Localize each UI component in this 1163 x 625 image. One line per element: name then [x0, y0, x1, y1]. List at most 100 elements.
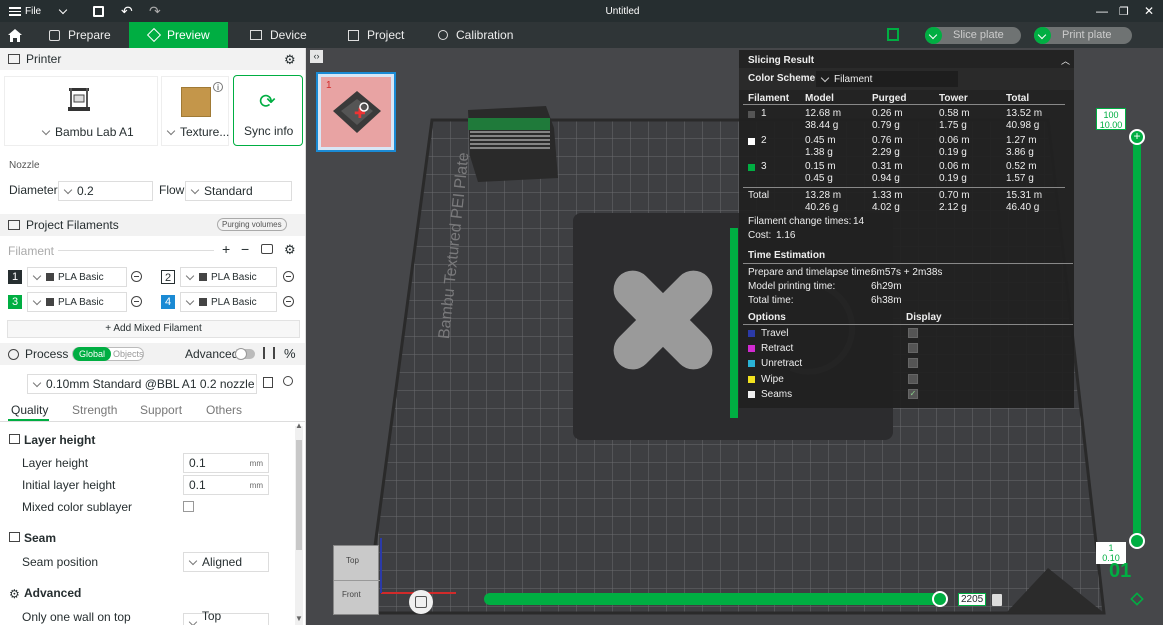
tower-m: 0.58 m	[939, 108, 970, 119]
ams-sync-icon[interactable]	[261, 244, 273, 254]
mixed-color-sublayer-checkbox[interactable]	[183, 501, 194, 512]
tab-preview[interactable]: Preview	[129, 22, 228, 48]
filament-number-badge: 3	[8, 295, 22, 309]
flow-select[interactable]: Standard	[185, 181, 292, 201]
compare-presets-icon[interactable]	[263, 347, 275, 359]
view-cube[interactable]: Top Front	[333, 545, 380, 615]
filament-1-select[interactable]: PLA Basic	[27, 267, 127, 287]
tab-preview-label: Preview	[167, 28, 210, 42]
layer-height-input[interactable]: 0.1 mm	[183, 453, 269, 473]
tab-prepare[interactable]: Prepare	[49, 22, 129, 48]
plate-type-label: Texture...	[180, 125, 230, 139]
tab-support[interactable]: Support	[140, 403, 182, 417]
horizontal-move-slider[interactable]	[484, 591, 948, 607]
percent-settings-icon[interactable]: %	[284, 346, 296, 361]
home-icon[interactable]	[7, 22, 23, 48]
printer-select[interactable]: Bambu Lab A1	[4, 76, 158, 146]
tab-others[interactable]: Others	[206, 403, 242, 417]
advanced-toggle[interactable]	[235, 348, 255, 360]
unretract-display-checkbox[interactable]	[908, 358, 918, 368]
chevron-down-icon	[188, 556, 198, 565]
vertical-layer-slider[interactable]: +	[1129, 129, 1145, 549]
tab-device-label: Device	[270, 28, 307, 42]
row-id: 1	[761, 108, 767, 119]
seam-position-select[interactable]: Aligned	[183, 552, 269, 572]
scroll-up-icon[interactable]: ▲	[295, 421, 303, 430]
purged-g: 2.29 g	[872, 147, 900, 158]
view-cube-front[interactable]: Front	[342, 590, 361, 599]
model-g: 40.26 g	[805, 202, 839, 213]
tab-device[interactable]: Device	[250, 22, 307, 48]
filament-result-row-3: 3 0.15 m 0.45 g 0.31 m 0.94 g 0.06 m 0.1…	[739, 160, 1074, 186]
info-icon[interactable]: i	[213, 82, 223, 92]
total-m: 15.31 m	[1006, 190, 1043, 201]
purging-volumes-button[interactable]: Purging volumes	[217, 218, 287, 231]
option-row-seams: Seams ✓	[739, 388, 1074, 403]
filament-2-select[interactable]: PLA Basic	[180, 267, 277, 287]
diameter-value: 0.2	[77, 184, 94, 198]
filament-type-icon	[46, 298, 54, 306]
wipe-display-checkbox[interactable]	[908, 374, 918, 384]
printer-name: Bambu Lab A1	[55, 125, 134, 139]
initial-layer-height-value: 0.1	[189, 478, 206, 492]
slice-plate-button[interactable]: Slice plate	[925, 27, 1021, 44]
tab-quality[interactable]: Quality	[11, 403, 48, 417]
purged-m: 0.76 m	[872, 135, 903, 146]
add-mixed-filament-button[interactable]: + Add Mixed Filament	[7, 320, 300, 338]
vertical-slider-top-thumb[interactable]: +	[1129, 129, 1145, 145]
minimize-icon[interactable]: —	[1096, 0, 1108, 22]
printer-settings-gear-icon[interactable]: ⚙	[284, 52, 296, 68]
remove-filament-2-icon[interactable]	[283, 271, 294, 282]
seams-display-checkbox[interactable]: ✓	[908, 389, 918, 399]
sync-info-button[interactable]: ⟳ Sync info	[233, 75, 303, 146]
trash-icon[interactable]	[992, 594, 1002, 606]
collapse-panel-icon[interactable]: ︿	[1061, 54, 1070, 67]
project-icon	[348, 29, 359, 41]
settings-scrollbar[interactable]: ▲ ▼	[295, 421, 303, 625]
plate-type-select[interactable]: i Texture...	[161, 76, 229, 146]
initial-layer-height-input[interactable]: 0.1 mm	[183, 475, 269, 495]
filament-result-row-1: 1 12.68 m 38.44 g 0.26 m 0.79 g 0.58 m 1…	[739, 107, 1074, 133]
print-plate-button[interactable]: Print plate	[1034, 27, 1132, 44]
option-name: Unretract	[761, 358, 803, 369]
tab-strength[interactable]: Strength	[72, 403, 117, 417]
retract-display-checkbox[interactable]	[908, 343, 918, 353]
color-scheme-value: Filament	[834, 73, 873, 85]
search-icon[interactable]	[283, 376, 293, 386]
process-section-title: Process	[25, 347, 69, 361]
camera-reset-icon[interactable]	[409, 590, 433, 614]
diameter-select[interactable]: 0.2	[58, 181, 153, 201]
restore-icon[interactable]: ❐	[1119, 0, 1129, 22]
save-preset-icon[interactable]	[263, 377, 273, 388]
model-g: 1.38 g	[805, 147, 833, 158]
view-cube-top[interactable]: Top	[346, 556, 359, 565]
global-objects-toggle[interactable]: Global Objects	[72, 347, 144, 361]
travel-display-checkbox[interactable]	[908, 328, 918, 338]
close-icon[interactable]: ✕	[1144, 0, 1154, 22]
only-one-wall-select[interactable]: Top surfaces	[183, 609, 269, 625]
process-preset-select[interactable]: 0.10mm Standard @BBL A1 0.2 nozzle	[27, 374, 257, 394]
preview-viewport[interactable]: ‹› 1 ✚ Bambu Textured PEI Plate Top Fron…	[306, 48, 1163, 625]
scrollbar-thumb[interactable]	[296, 440, 302, 550]
filament-4-select[interactable]: PLA Basic	[180, 292, 277, 312]
color-scheme-select[interactable]: Filament	[816, 71, 958, 87]
layers-icon	[146, 27, 162, 43]
tab-calibration[interactable]: Calibration	[438, 22, 513, 48]
plate-list-icon[interactable]	[887, 28, 899, 41]
remove-filament-4-icon[interactable]	[283, 296, 294, 307]
filament-3-select[interactable]: PLA Basic	[27, 292, 127, 312]
add-filament-icon[interactable]: +	[222, 241, 230, 257]
filament-change-times-value: 14	[853, 216, 865, 227]
remove-filament-icon[interactable]: −	[241, 241, 249, 257]
remove-filament-3-icon[interactable]	[131, 296, 142, 307]
global-toggle-option[interactable]: Global	[73, 347, 111, 361]
horizontal-slider-thumb[interactable]	[932, 591, 948, 607]
remove-filament-1-icon[interactable]	[131, 271, 142, 282]
objects-toggle-option[interactable]: Objects	[113, 348, 144, 360]
purged-g: 4.02 g	[872, 202, 900, 213]
vertical-slider-bottom-thumb[interactable]	[1129, 533, 1145, 549]
tab-project[interactable]: Project	[348, 22, 404, 48]
layer-height-group-title: Layer height	[24, 433, 96, 447]
scroll-down-icon[interactable]: ▼	[295, 614, 303, 623]
filament-settings-gear-icon[interactable]: ⚙	[284, 242, 296, 258]
